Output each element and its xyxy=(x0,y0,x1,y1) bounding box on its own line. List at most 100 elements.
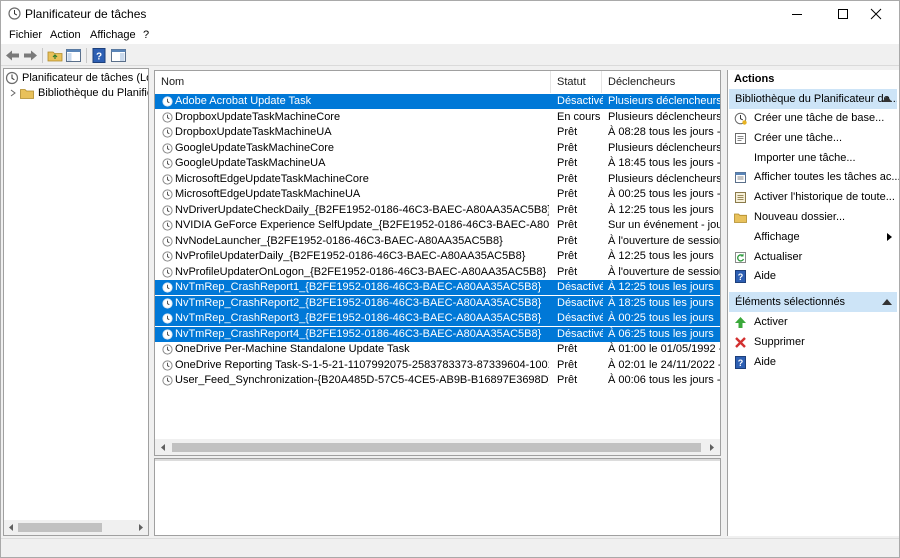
task-row[interactable]: NvTmRep_CrashReport1_{B2FE1952-0186-46C3… xyxy=(155,280,720,295)
scrollbar-thumb[interactable] xyxy=(18,523,102,532)
task-row[interactable]: OneDrive Per-Machine Standalone Update T… xyxy=(155,342,720,357)
task-row[interactable]: NvTmRep_CrashReport3_{B2FE1952-0186-46C3… xyxy=(155,311,720,326)
toolbar: ? xyxy=(1,44,899,66)
task-name: NvProfileUpdaterOnLogon_{B2FE1952-0186-4… xyxy=(175,265,547,278)
task-row[interactable]: NvTmRep_CrashReport4_{B2FE1952-0186-46C3… xyxy=(155,326,720,342)
task-status: Prêt xyxy=(557,250,578,262)
close-button[interactable] xyxy=(853,1,899,27)
task-clock-icon xyxy=(162,282,173,293)
column-header-status[interactable]: Statut xyxy=(551,71,602,93)
action-activer[interactable]: Activer xyxy=(728,312,899,332)
task-row[interactable]: MicrosoftEdgeUpdateTaskMachineUA Prêt À 00… xyxy=(155,187,720,202)
task-row[interactable]: NvProfileUpdaterDaily_{B2FE1952-0186-46C… xyxy=(155,249,720,264)
show-hide-action-pane-button[interactable] xyxy=(110,47,127,64)
actions-section-library[interactable]: Bibliothèque du Planificateur de... xyxy=(729,89,897,109)
action-label: Créer une tâche de base... xyxy=(754,112,885,124)
task-row[interactable]: User_Feed_Synchronization-{B20A485D-57C5… xyxy=(155,373,720,388)
task-row[interactable]: GoogleUpdateTaskMachineCore Prêt Plusieurs… xyxy=(155,141,720,156)
close-icon xyxy=(870,8,882,20)
task-row[interactable]: GoogleUpdateTaskMachineUA Prêt À 18:45 tou… xyxy=(155,156,720,171)
submenu-arrow-icon xyxy=(887,232,892,241)
scroll-right-icon[interactable] xyxy=(708,443,716,452)
tree-node-library-label: Bibliothèque du Planificat xyxy=(38,87,148,99)
expand-chevron-icon[interactable] xyxy=(9,89,17,97)
action-aide[interactable]: ? Aide xyxy=(728,266,899,286)
task-row[interactable]: DropboxUpdateTaskMachineUA Prêt À 08:28 to… xyxy=(155,125,720,140)
status-bar xyxy=(1,538,899,557)
list-horizontal-scrollbar[interactable] xyxy=(155,439,720,455)
task-row[interactable]: NvDriverUpdateCheckDaily_{B2FE1952-0186-… xyxy=(155,203,720,218)
task-trigger: Plusieurs déclencheurs sont xyxy=(608,172,720,185)
menu-action[interactable]: Action xyxy=(50,29,81,42)
action-importer-une-t-che[interactable]: Importer une tâche... xyxy=(728,148,899,168)
help-icon: ? xyxy=(734,355,747,369)
task-trigger: À 12:25 tous les jours xyxy=(608,250,714,262)
task-status: Désactivé xyxy=(557,312,603,324)
minimize-button[interactable] xyxy=(774,1,820,27)
show-hide-console-tree-button[interactable] xyxy=(65,47,82,64)
title-bar: Planificateur de tâches xyxy=(1,1,899,27)
tree-node-library[interactable]: Bibliothèque du Planificat xyxy=(7,86,148,100)
column-header-triggers[interactable]: Déclencheurs xyxy=(602,71,720,93)
action-label: Activer xyxy=(754,316,788,328)
task-status: Prêt xyxy=(557,219,578,231)
svg-text:?: ? xyxy=(738,272,744,282)
task-row[interactable]: NvNodeLauncher_{B2FE1952-0186-46C3-BAEC-… xyxy=(155,234,720,249)
collapse-icon[interactable] xyxy=(882,299,892,305)
task-row[interactable]: OneDrive Reporting Task-S-1-5-21-1107992… xyxy=(155,358,720,373)
help-toolbar-button[interactable]: ? xyxy=(91,47,108,64)
action-cr-er-une-t-che[interactable]: Créer une tâche... xyxy=(728,128,899,148)
collapse-icon[interactable] xyxy=(882,96,892,102)
svg-text:?: ? xyxy=(738,358,744,368)
menu-affichage[interactable]: Affichage xyxy=(90,29,136,42)
actions-pane: Actions Bibliothèque du Planificateur de… xyxy=(727,70,899,536)
action-actualiser[interactable]: Actualiser xyxy=(728,247,899,267)
task-row[interactable]: Adobe Acrobat Update Task Désactivé Plusie… xyxy=(155,94,720,109)
task-name: NvProfileUpdaterDaily_{B2FE1952-0186-46C… xyxy=(175,250,526,262)
task-clock-icon xyxy=(162,173,173,185)
task-scheduler-icon xyxy=(5,71,19,85)
actions-section-selected[interactable]: Éléments sélectionnés xyxy=(729,292,897,312)
action-activer-l-historique-de-toute[interactable]: Activer l'historique de toute... xyxy=(728,187,899,207)
task-row[interactable]: NvProfileUpdaterOnLogon_{B2FE1952-0186-4… xyxy=(155,265,720,280)
task-trigger: Plusieurs déclencheurs sont xyxy=(608,110,720,123)
scroll-left-icon[interactable] xyxy=(159,443,167,452)
task-name: GoogleUpdateTaskMachineUA xyxy=(175,157,326,169)
menu-help[interactable]: ? xyxy=(143,29,149,42)
action-label: Importer une tâche... xyxy=(754,151,856,164)
running-tasks-icon xyxy=(734,171,747,184)
column-header-name[interactable]: Nom xyxy=(155,71,551,93)
task-row[interactable]: MicrosoftEdgeUpdateTaskMachineCore Prêt Pl… xyxy=(155,172,720,187)
action-label: Actualiser xyxy=(754,250,803,263)
back-button[interactable] xyxy=(4,47,21,64)
task-name: NvTmRep_CrashReport3_{B2FE1952-0186-46C3… xyxy=(175,312,542,324)
task-trigger: À 06:25 tous les jours xyxy=(608,327,714,340)
scrollbar-thumb[interactable] xyxy=(172,443,701,452)
scroll-right-icon[interactable] xyxy=(137,523,145,532)
action-supprimer[interactable]: Supprimer xyxy=(728,332,899,352)
action-affichage[interactable]: Affichage xyxy=(728,227,899,247)
action-cr-er-une-t-che-de-base[interactable]: Créer une tâche de base... xyxy=(728,108,899,128)
forward-button[interactable] xyxy=(22,47,39,64)
action-aide[interactable]: ? Aide xyxy=(728,352,899,372)
task-status: Désactivé xyxy=(557,95,603,107)
task-name: Adobe Acrobat Update Task xyxy=(175,95,312,107)
task-clock-icon xyxy=(162,251,173,262)
scroll-left-icon[interactable] xyxy=(7,523,15,532)
task-name: NvTmRep_CrashReport4_{B2FE1952-0186-46C3… xyxy=(175,327,542,340)
tree-horizontal-scrollbar[interactable] xyxy=(4,520,148,535)
folder-icon xyxy=(734,211,747,224)
task-row[interactable]: NVIDIA GeForce Experience SelfUpdate_{B2… xyxy=(155,218,720,233)
action-pane-icon xyxy=(111,49,126,62)
up-folder-button[interactable] xyxy=(47,47,64,64)
action-label: Supprimer xyxy=(754,335,805,348)
action-afficher-toutes-les-t-ches-ac[interactable]: Afficher toutes les tâches ac... xyxy=(728,167,899,187)
toolbar-separator xyxy=(86,48,87,63)
task-row[interactable]: NvTmRep_CrashReport2_{B2FE1952-0186-46C3… xyxy=(155,295,720,311)
toolbar-separator xyxy=(42,48,43,63)
create-task-icon xyxy=(734,132,747,145)
menu-fichier[interactable]: Fichier xyxy=(9,29,42,42)
task-row[interactable]: DropboxUpdateTaskMachineCore En cours Plus… xyxy=(155,110,720,125)
task-trigger: À 00:06 tous les jours - Le c xyxy=(608,374,720,386)
action-nouveau-dossier[interactable]: Nouveau dossier... xyxy=(728,207,899,227)
